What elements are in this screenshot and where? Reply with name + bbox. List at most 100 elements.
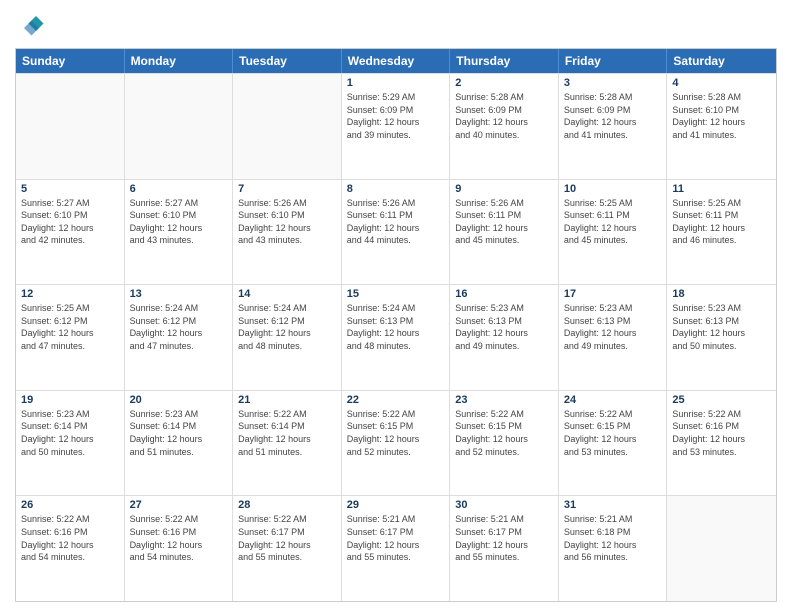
day-1: 1 Sunrise: 5:29 AMSunset: 6:09 PMDaylight… bbox=[342, 74, 451, 179]
day-11: 11Sunrise: 5:25 AMSunset: 6:11 PMDayligh… bbox=[667, 180, 776, 285]
day-info: Sunrise: 5:22 AMSunset: 6:16 PMDaylight:… bbox=[21, 513, 119, 563]
calendar-row: 1 Sunrise: 5:29 AMSunset: 6:09 PMDaylight… bbox=[16, 73, 776, 179]
day-16: 16 Sunrise: 5:23 AMSunset: 6:13 PMDayligh… bbox=[450, 285, 559, 390]
day-25: 25 Sunrise: 5:22 AMSunset: 6:16 PMDayligh… bbox=[667, 391, 776, 496]
header-day: Sunday bbox=[16, 49, 125, 73]
day-9: 9Sunrise: 5:26 AMSunset: 6:11 PMDaylight… bbox=[450, 180, 559, 285]
day-number: 22 bbox=[347, 394, 445, 406]
day-info: Sunrise: 5:23 AMSunset: 6:13 PMDaylight:… bbox=[672, 302, 771, 352]
day-number: 6 bbox=[130, 183, 228, 195]
day-number: 11 bbox=[672, 183, 771, 195]
day-27: 27Sunrise: 5:22 AMSunset: 6:16 PMDayligh… bbox=[125, 496, 234, 601]
day-info: Sunrise: 5:27 AMSunset: 6:10 PMDaylight:… bbox=[130, 197, 228, 247]
page: SundayMondayTuesdayWednesdayThursdayFrid… bbox=[0, 0, 792, 612]
day-number: 23 bbox=[455, 394, 553, 406]
day-number: 10 bbox=[564, 183, 662, 195]
day-number: 17 bbox=[564, 288, 662, 300]
day-3: 3Sunrise: 5:28 AMSunset: 6:09 PMDaylight… bbox=[559, 74, 668, 179]
day-number: 1 bbox=[347, 77, 445, 89]
day-24: 24Sunrise: 5:22 AMSunset: 6:15 PMDayligh… bbox=[559, 391, 668, 496]
day-info: Sunrise: 5:24 AMSunset: 6:13 PMDaylight:… bbox=[347, 302, 445, 352]
day-number: 29 bbox=[347, 499, 445, 511]
day-10: 10 Sunrise: 5:25 AMSunset: 6:11 PMDayligh… bbox=[559, 180, 668, 285]
logo bbox=[15, 10, 49, 40]
day-info: Sunrise: 5:26 AMSunset: 6:11 PMDaylight:… bbox=[347, 197, 445, 247]
calendar-row: 19 Sunrise: 5:23 AMSunset: 6:14 PMDayligh… bbox=[16, 390, 776, 496]
day-info: Sunrise: 5:21 AMSunset: 6:18 PMDaylight:… bbox=[564, 513, 662, 563]
header bbox=[15, 10, 777, 40]
day-number: 16 bbox=[455, 288, 553, 300]
day-number: 28 bbox=[238, 499, 336, 511]
day-28: 28 Sunrise: 5:22 AMSunset: 6:17 PMDayligh… bbox=[233, 496, 342, 601]
day-number: 25 bbox=[672, 394, 771, 406]
logo-icon bbox=[15, 10, 45, 40]
day-info: Sunrise: 5:22 AMSunset: 6:17 PMDaylight:… bbox=[238, 513, 336, 563]
day-number: 3 bbox=[564, 77, 662, 89]
day-info: Sunrise: 5:21 AMSunset: 6:17 PMDaylight:… bbox=[455, 513, 553, 563]
day-info: Sunrise: 5:22 AMSunset: 6:16 PMDaylight:… bbox=[130, 513, 228, 563]
day-number: 12 bbox=[21, 288, 119, 300]
day-empty bbox=[16, 74, 125, 179]
calendar-row: 12 Sunrise: 5:25 AMSunset: 6:12 PMDayligh… bbox=[16, 284, 776, 390]
header-day: Monday bbox=[125, 49, 234, 73]
day-number: 15 bbox=[347, 288, 445, 300]
day-number: 8 bbox=[347, 183, 445, 195]
day-4: 4 Sunrise: 5:28 AMSunset: 6:10 PMDaylight… bbox=[667, 74, 776, 179]
day-number: 7 bbox=[238, 183, 336, 195]
day-info: Sunrise: 5:25 AMSunset: 6:12 PMDaylight:… bbox=[21, 302, 119, 352]
day-5: 5Sunrise: 5:27 AMSunset: 6:10 PMDaylight… bbox=[16, 180, 125, 285]
day-empty bbox=[233, 74, 342, 179]
day-info: Sunrise: 5:22 AMSunset: 6:15 PMDaylight:… bbox=[347, 408, 445, 458]
day-number: 14 bbox=[238, 288, 336, 300]
day-20: 20Sunrise: 5:23 AMSunset: 6:14 PMDayligh… bbox=[125, 391, 234, 496]
day-22: 22 Sunrise: 5:22 AMSunset: 6:15 PMDayligh… bbox=[342, 391, 451, 496]
header-day: Wednesday bbox=[342, 49, 451, 73]
day-number: 30 bbox=[455, 499, 553, 511]
day-info: Sunrise: 5:24 AMSunset: 6:12 PMDaylight:… bbox=[238, 302, 336, 352]
day-info: Sunrise: 5:23 AMSunset: 6:14 PMDaylight:… bbox=[21, 408, 119, 458]
day-number: 31 bbox=[564, 499, 662, 511]
day-number: 19 bbox=[21, 394, 119, 406]
day-number: 18 bbox=[672, 288, 771, 300]
day-12: 12 Sunrise: 5:25 AMSunset: 6:12 PMDayligh… bbox=[16, 285, 125, 390]
day-8: 8 Sunrise: 5:26 AMSunset: 6:11 PMDaylight… bbox=[342, 180, 451, 285]
day-7: 7 Sunrise: 5:26 AMSunset: 6:10 PMDaylight… bbox=[233, 180, 342, 285]
day-number: 21 bbox=[238, 394, 336, 406]
day-2: 2 Sunrise: 5:28 AMSunset: 6:09 PMDaylight… bbox=[450, 74, 559, 179]
day-19: 19 Sunrise: 5:23 AMSunset: 6:14 PMDayligh… bbox=[16, 391, 125, 496]
day-info: Sunrise: 5:26 AMSunset: 6:10 PMDaylight:… bbox=[238, 197, 336, 247]
header-day: Tuesday bbox=[233, 49, 342, 73]
day-info: Sunrise: 5:22 AMSunset: 6:15 PMDaylight:… bbox=[455, 408, 553, 458]
day-number: 2 bbox=[455, 77, 553, 89]
day-info: Sunrise: 5:29 AMSunset: 6:09 PMDaylight:… bbox=[347, 91, 445, 141]
day-number: 20 bbox=[130, 394, 228, 406]
day-13: 13 Sunrise: 5:24 AMSunset: 6:12 PMDayligh… bbox=[125, 285, 234, 390]
calendar-body: 1 Sunrise: 5:29 AMSunset: 6:09 PMDaylight… bbox=[16, 73, 776, 601]
header-day: Thursday bbox=[450, 49, 559, 73]
calendar-row: 5 Sunrise: 5:27 AMSunset: 6:10 PMDaylight… bbox=[16, 179, 776, 285]
day-info: Sunrise: 5:28 AMSunset: 6:10 PMDaylight:… bbox=[672, 91, 771, 141]
day-number: 4 bbox=[672, 77, 771, 89]
day-17: 17 Sunrise: 5:23 AMSunset: 6:13 PMDayligh… bbox=[559, 285, 668, 390]
day-number: 24 bbox=[564, 394, 662, 406]
day-info: Sunrise: 5:23 AMSunset: 6:13 PMDaylight:… bbox=[455, 302, 553, 352]
day-number: 26 bbox=[21, 499, 119, 511]
day-empty bbox=[667, 496, 776, 601]
day-29: 29 Sunrise: 5:21 AMSunset: 6:17 PMDayligh… bbox=[342, 496, 451, 601]
day-info: Sunrise: 5:22 AMSunset: 6:14 PMDaylight:… bbox=[238, 408, 336, 458]
day-number: 5 bbox=[21, 183, 119, 195]
day-info: Sunrise: 5:22 AMSunset: 6:16 PMDaylight:… bbox=[672, 408, 771, 458]
day-info: Sunrise: 5:23 AMSunset: 6:13 PMDaylight:… bbox=[564, 302, 662, 352]
day-number: 13 bbox=[130, 288, 228, 300]
day-info: Sunrise: 5:26 AMSunset: 6:11 PMDaylight:… bbox=[455, 197, 553, 247]
calendar-row: 26 Sunrise: 5:22 AMSunset: 6:16 PMDayligh… bbox=[16, 495, 776, 601]
header-day: Friday bbox=[559, 49, 668, 73]
day-18: 18 Sunrise: 5:23 AMSunset: 6:13 PMDayligh… bbox=[667, 285, 776, 390]
day-info: Sunrise: 5:28 AMSunset: 6:09 PMDaylight:… bbox=[455, 91, 553, 141]
day-23: 23 Sunrise: 5:22 AMSunset: 6:15 PMDayligh… bbox=[450, 391, 559, 496]
day-6: 6 Sunrise: 5:27 AMSunset: 6:10 PMDaylight… bbox=[125, 180, 234, 285]
day-info: Sunrise: 5:21 AMSunset: 6:17 PMDaylight:… bbox=[347, 513, 445, 563]
day-info: Sunrise: 5:24 AMSunset: 6:12 PMDaylight:… bbox=[130, 302, 228, 352]
day-15: 15 Sunrise: 5:24 AMSunset: 6:13 PMDayligh… bbox=[342, 285, 451, 390]
day-info: Sunrise: 5:25 AMSunset: 6:11 PMDaylight:… bbox=[564, 197, 662, 247]
